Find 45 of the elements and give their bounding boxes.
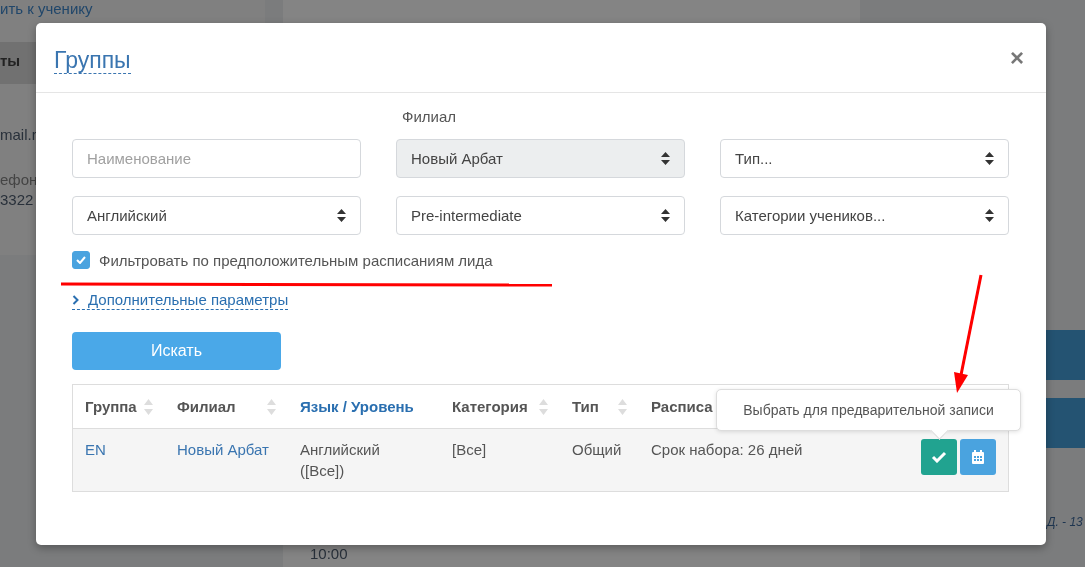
column-header[interactable]: Филиал: [177, 396, 236, 417]
sort-arrows-icon: [337, 209, 346, 222]
background-text: ить к ученику: [0, 0, 93, 17]
checkbox-label: Фильтровать по предположительным расписаниям лида: [99, 251, 493, 269]
column-header[interactable]: Язык / Уровень: [300, 396, 414, 417]
check-icon: [931, 451, 947, 463]
check-icon: [76, 256, 86, 264]
select-field[interactable]: Pre-intermediate: [396, 196, 685, 235]
sort-icon[interactable]: [539, 398, 548, 415]
sort-icon[interactable]: [144, 398, 153, 415]
background-text: 3322: [0, 192, 34, 208]
table-cell[interactable]: Новый Арбат: [177, 439, 269, 460]
column-header: Расписа: [651, 397, 713, 417]
calendar-button[interactable]: [960, 439, 996, 475]
background-text: mail.r: [0, 127, 37, 143]
table-cell-text: Общий: [572, 440, 622, 460]
table-cell[interactable]: EN: [85, 439, 106, 460]
background-text: 10:00: [310, 546, 348, 562]
background-text: ты: [0, 52, 21, 69]
select-button[interactable]: [921, 439, 957, 475]
sort-arrows-icon: [985, 152, 994, 165]
calendar-icon: [972, 450, 984, 464]
column-header[interactable]: Группа: [85, 396, 137, 417]
sort-arrows-icon: [661, 152, 670, 165]
table-cell-text: Срок набора: 26 дней: [651, 440, 803, 460]
chevron-icon: [72, 295, 80, 305]
sort-icon[interactable]: [267, 398, 276, 415]
table-cell-text: [Все]: [452, 440, 487, 460]
sort-icon[interactable]: [618, 398, 627, 415]
select-field[interactable]: Тип...: [720, 139, 1009, 178]
name-field[interactable]: Наименование: [72, 139, 361, 178]
select-field[interactable]: Английский: [72, 196, 361, 235]
dialog-title: Группы: [54, 47, 131, 74]
table-cell-text: Английский ([Все]): [300, 440, 381, 481]
close-button[interactable]: ×: [1006, 43, 1028, 72]
select-field[interactable]: Категории учеников...: [720, 196, 1009, 235]
column-header[interactable]: Категория: [452, 396, 528, 417]
sort-arrows-icon: [661, 209, 670, 222]
field-label: Филиал: [401, 108, 457, 125]
more-options-link[interactable]: Дополнительные параметры: [72, 291, 289, 310]
sort-arrows-icon: [985, 209, 994, 222]
background-text: ефон: [0, 171, 38, 188]
checkbox[interactable]: [72, 251, 90, 269]
column-header[interactable]: Тип: [572, 396, 599, 417]
background-text: Д. - 13: [1047, 515, 1083, 529]
